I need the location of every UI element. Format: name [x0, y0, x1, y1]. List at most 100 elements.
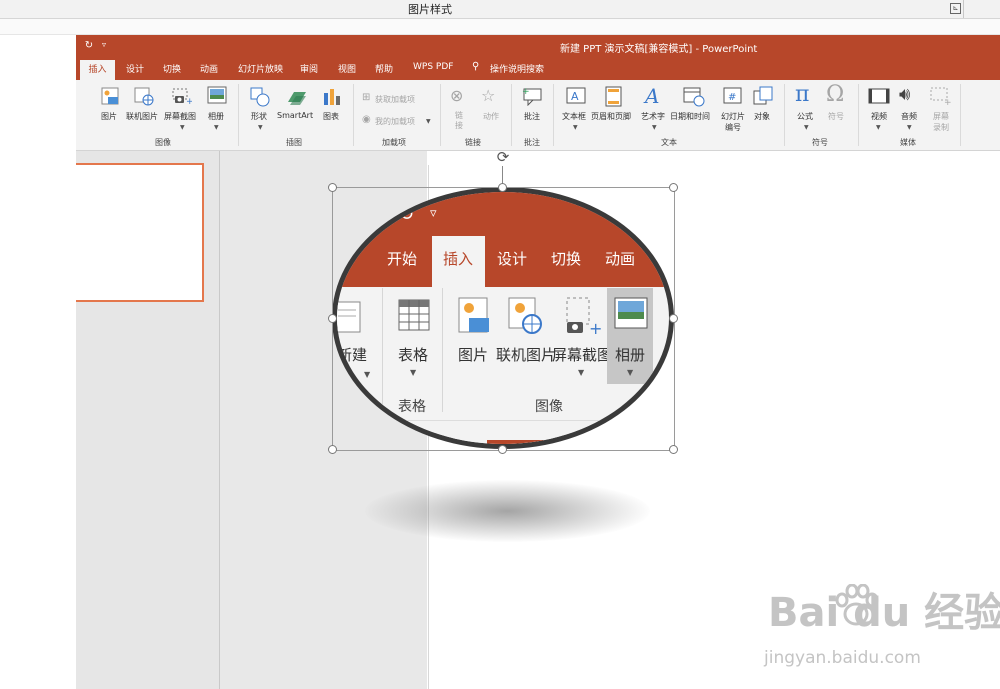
wordart-button[interactable]: 艺术字	[641, 111, 665, 122]
group-label-image: 图像	[155, 138, 171, 147]
textbox-button[interactable]: 文本框	[562, 111, 586, 122]
quick-access-more-icon[interactable]: ▿	[102, 40, 106, 49]
screenshot-icon: +	[172, 88, 192, 106]
video-icon	[868, 88, 890, 104]
header-footer-button[interactable]: 页眉和页脚	[591, 111, 631, 122]
picture-shadow	[365, 480, 650, 542]
undo-icon[interactable]: ↻	[82, 39, 96, 53]
resize-handle-w[interactable]	[328, 314, 337, 323]
screen-record-icon: +	[930, 87, 952, 107]
document-title: 新建 PPT 演示文稿[兼容模式] - PowerPoint	[560, 44, 758, 55]
baidu-watermark: Bai du 经验	[768, 590, 1000, 636]
dropdown-arrow-icon[interactable]: ▼	[214, 124, 219, 131]
tab-animations[interactable]: 动画	[200, 62, 218, 75]
resize-handle-sw[interactable]	[328, 445, 337, 454]
group-label-text: 文本	[661, 138, 677, 147]
outer-strip	[0, 19, 1000, 35]
tab-slideshow[interactable]: 幻灯片放映	[238, 62, 283, 75]
picture-styles-label: 图片样式	[408, 3, 452, 16]
online-picture-button[interactable]: 联机图片	[126, 111, 158, 122]
action-button[interactable]: 动作	[483, 111, 499, 122]
group-separator	[960, 84, 961, 146]
audio-icon: 🔊︎	[899, 84, 911, 105]
group-label-comments: 批注	[524, 138, 540, 147]
screen-record-button[interactable]: 屏幕录制	[930, 111, 952, 133]
object-icon	[753, 86, 773, 105]
tab-transitions[interactable]: 切换	[163, 62, 181, 75]
dialog-launcher-icon[interactable]: ⊾	[950, 3, 961, 14]
tab-design[interactable]: 设计	[126, 62, 144, 75]
lightbulb-icon: ⚲	[472, 61, 480, 72]
shapes-button[interactable]: 形状	[251, 111, 267, 122]
chart-icon	[324, 89, 340, 105]
svg-text:#: #	[728, 92, 736, 103]
resize-handle-nw[interactable]	[328, 183, 337, 192]
equation-button[interactable]: 公式	[797, 111, 813, 122]
group-label-links: 链接	[465, 138, 481, 147]
link-icon: ⊗	[450, 86, 464, 105]
symbol-button[interactable]: 符号	[828, 111, 844, 122]
title-bar	[76, 35, 1000, 58]
textbox-icon: A	[566, 87, 586, 104]
dropdown-arrow-icon[interactable]: ▼	[573, 124, 578, 131]
chart-button[interactable]: 图表	[323, 111, 339, 122]
dropdown-arrow-icon[interactable]: ▼	[180, 124, 185, 131]
group-separator	[353, 84, 354, 146]
dropdown-arrow-icon[interactable]: ▼	[652, 124, 657, 131]
tell-me-search[interactable]: 操作说明搜索	[490, 62, 544, 75]
dropdown-arrow-icon[interactable]: ▼	[258, 124, 263, 131]
resize-handle-se[interactable]	[669, 445, 678, 454]
watermark-url: jingyan.baidu.com	[764, 648, 921, 668]
slide-number-button[interactable]: 幻灯片编号	[719, 111, 747, 133]
outer-divider	[963, 0, 964, 18]
tab-view[interactable]: 视图	[338, 62, 356, 75]
group-separator	[553, 84, 554, 146]
my-addins-button[interactable]: 我的加载项	[375, 116, 415, 127]
resize-handle-s[interactable]	[498, 445, 507, 454]
picture-icon	[101, 87, 119, 105]
action-icon: ☆	[481, 86, 496, 105]
svg-text:+: +	[186, 97, 192, 106]
smartart-icon	[288, 92, 306, 105]
comment-button[interactable]: 批注	[524, 111, 540, 122]
resize-handle-e[interactable]	[669, 314, 678, 323]
slide-thumbnail[interactable]	[76, 163, 204, 302]
group-label-symbols: 符号	[812, 138, 828, 147]
omega-icon: Ω	[826, 82, 845, 107]
group-separator	[858, 84, 859, 146]
video-button[interactable]: 视频	[871, 111, 887, 122]
comment-icon: +	[522, 87, 542, 106]
group-label-addins: 加载项	[382, 138, 406, 147]
dropdown-arrow-icon[interactable]: ▼	[426, 118, 431, 125]
resize-handle-ne[interactable]	[669, 183, 678, 192]
group-separator	[784, 84, 785, 146]
link-button[interactable]: 链接	[454, 111, 464, 131]
album-button[interactable]: 相册	[208, 111, 224, 122]
date-time-icon	[683, 87, 705, 107]
my-addins-icon: ◉	[362, 114, 371, 125]
tab-review[interactable]: 审阅	[300, 62, 318, 75]
get-addins-button[interactable]: 获取加载项	[375, 94, 415, 105]
svg-text:+: +	[522, 87, 530, 97]
object-button[interactable]: 对象	[754, 111, 770, 122]
dropdown-arrow-icon[interactable]: ▼	[804, 124, 809, 131]
slide-number-icon: #	[723, 87, 742, 104]
group-label-illustrations: 插图	[286, 138, 302, 147]
resize-handle-n[interactable]	[498, 183, 507, 192]
online-picture-icon	[134, 87, 154, 106]
smartart-button[interactable]: SmartArt	[277, 111, 313, 120]
shape-icon	[250, 87, 270, 107]
album-icon	[207, 86, 227, 104]
rotate-icon[interactable]: ⟳	[494, 148, 512, 166]
audio-button[interactable]: 音频	[901, 111, 917, 122]
tab-help[interactable]: 帮助	[375, 62, 393, 75]
header-footer-icon	[605, 86, 622, 107]
tab-insert[interactable]: 插入	[80, 60, 115, 80]
screenshot-button[interactable]: 屏幕截图	[164, 111, 196, 122]
group-label-media: 媒体	[900, 138, 916, 147]
dropdown-arrow-icon[interactable]: ▼	[876, 124, 881, 131]
tab-wps-pdf[interactable]: WPS PDF	[413, 62, 453, 72]
date-time-button[interactable]: 日期和时间	[670, 111, 710, 122]
picture-button[interactable]: 图片	[101, 111, 117, 122]
dropdown-arrow-icon[interactable]: ▼	[907, 124, 912, 131]
